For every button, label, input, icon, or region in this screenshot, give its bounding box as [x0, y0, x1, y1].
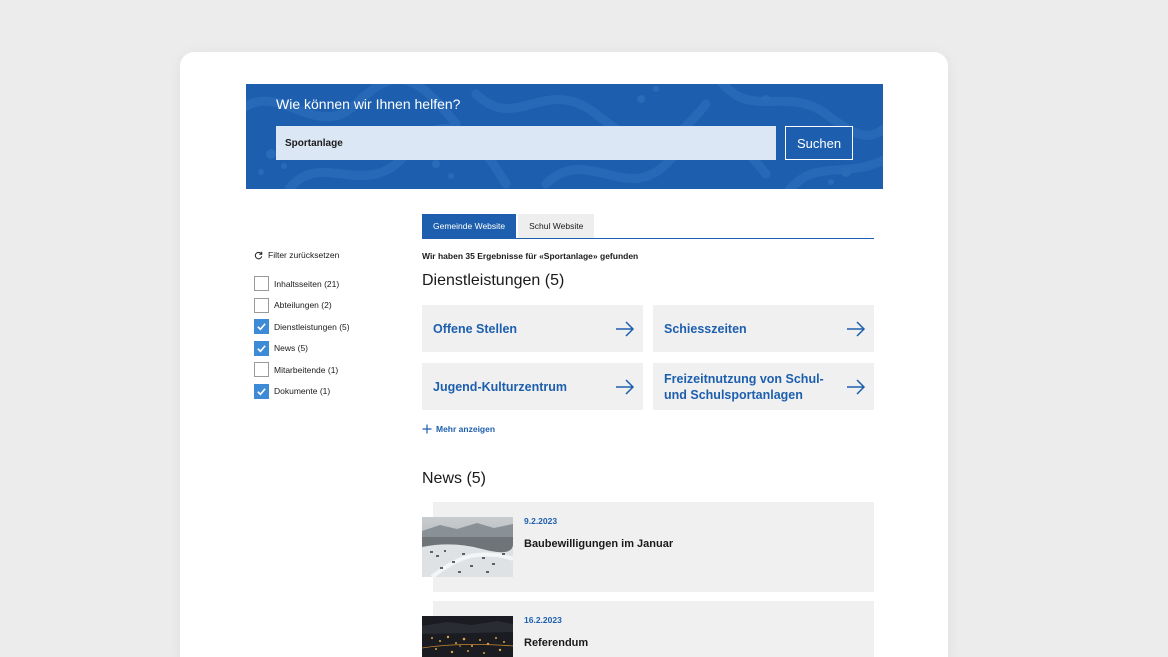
checkbox[interactable] [254, 319, 269, 334]
news-title: Referendum [524, 637, 589, 649]
checkbox[interactable] [254, 383, 269, 399]
filter-item-abteilungen[interactable]: Abteilungen (2) [254, 297, 350, 313]
news-image-aerial-winter-town [422, 517, 513, 577]
filter-item-dienstleistungen[interactable]: Dienstleistungen (5) [254, 319, 350, 334]
service-card-jugend-kulturzentrum[interactable]: Jugend-Kulturzentrum [422, 363, 643, 410]
hero-title: Wie können wir Ihnen helfen? [276, 96, 461, 112]
plus-icon [422, 424, 432, 434]
filter-item-inhaltsseiten[interactable]: Inhaltsseiten (21) [254, 276, 350, 291]
checkbox[interactable] [254, 340, 269, 356]
service-card-schiesszeiten[interactable]: Schiesszeiten [653, 305, 874, 352]
show-more-link[interactable]: Mehr anzeigen [422, 424, 495, 434]
show-more-label: Mehr anzeigen [436, 424, 496, 434]
service-card-freizeitnutzung[interactable]: Freizeitnutzung von Schul- und Schulspor… [653, 363, 874, 410]
checkmark-icon [257, 387, 266, 395]
checkmark-icon [257, 344, 266, 352]
arrow-right-icon [616, 320, 635, 337]
filter-label: Abteilungen (2) [274, 300, 332, 310]
service-title: Offene Stellen [433, 321, 518, 336]
filter-reset-label: Filter zurücksetzen [268, 250, 340, 260]
search-input[interactable] [276, 126, 776, 160]
filter-item-dokumente[interactable]: Dokumente (1) [254, 383, 350, 399]
service-card-offene-stellen[interactable]: Offene Stellen [422, 305, 643, 352]
reset-icon [254, 251, 263, 259]
news-image-night-town [422, 616, 513, 657]
filter-label: News (5) [274, 343, 309, 353]
news-date: 16.2.2023 [524, 615, 562, 625]
filter-reset-button[interactable]: Filter zurücksetzen [254, 250, 339, 260]
arrow-right-icon [847, 320, 866, 337]
arrow-right-icon [616, 378, 635, 395]
service-title: Freizeitnutzung von Schul- und Schulspor… [664, 371, 824, 402]
checkmark-icon [257, 323, 266, 331]
search-button[interactable]: Suchen [785, 126, 853, 160]
tab-gemeinde-website[interactable]: Gemeinde Website [422, 214, 517, 238]
filter-label: Dienstleistungen (5) [274, 321, 350, 332]
checkbox[interactable] [254, 362, 269, 377]
filter-label: Inhaltsseiten (21) [274, 278, 340, 289]
news-date: 9.2.2023 [524, 516, 558, 526]
website-tabs: Gemeinde Website Schul Website [422, 214, 874, 239]
service-title: Schiesszeiten [664, 321, 747, 336]
checkbox[interactable] [254, 297, 269, 313]
filter-item-mitarbeitende[interactable]: Mitarbeitende (1) [254, 362, 350, 377]
checkbox[interactable] [254, 276, 269, 291]
service-title: Jugend-Kulturzentrum [433, 379, 568, 394]
services-heading: Dienstleistungen (5) [422, 272, 565, 289]
filter-item-news[interactable]: News (5) [254, 340, 350, 356]
arrow-right-icon [847, 378, 866, 395]
filter-label: Mitarbeitende (1) [274, 364, 339, 375]
tab-schul-website[interactable]: Schul Website [518, 214, 595, 238]
filter-list: Inhaltsseiten (21) Abteilungen (2) Diens… [254, 276, 350, 405]
news-title: Baubewilligungen im Januar [524, 538, 674, 550]
result-count: Wir haben 35 Ergebnisse für «Sportanlage… [422, 251, 639, 261]
search-hero: Wie können wir Ihnen helfen? Suchen [246, 84, 883, 189]
filter-label: Dokumente (1) [274, 386, 331, 396]
news-heading: News (5) [422, 470, 487, 487]
